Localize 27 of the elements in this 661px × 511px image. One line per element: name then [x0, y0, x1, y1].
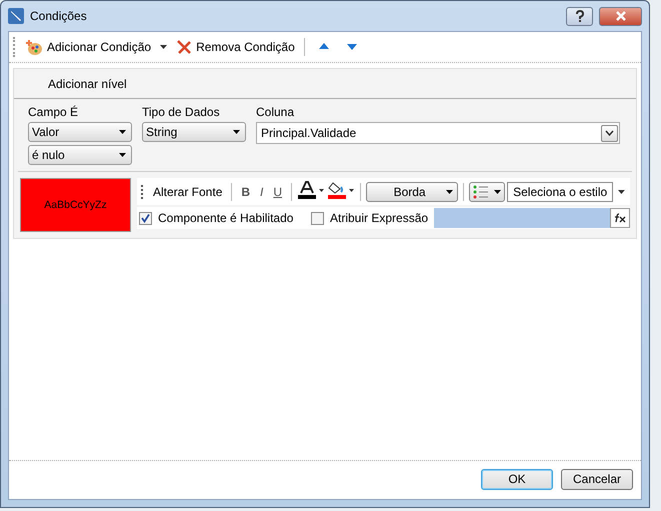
- checkbox-label: Atribuir Expressão: [330, 211, 428, 225]
- field-label: Coluna: [256, 105, 296, 119]
- ok-button[interactable]: OK: [481, 468, 553, 490]
- checkbox-label: Componente é Habilitado: [158, 211, 294, 225]
- field-label: Tipo de Dados: [142, 105, 221, 119]
- dropdown-value: Borda: [392, 184, 427, 198]
- dropdown-value: é nulo: [32, 148, 65, 162]
- add-level-button[interactable]: Adicionar nível: [14, 69, 636, 99]
- dropdown[interactable]: é nulo: [28, 145, 132, 165]
- change-font-button[interactable]: Alterar Fonte: [149, 182, 226, 200]
- style-selector[interactable]: Seleciona o estilo: [507, 182, 614, 202]
- dropdown-value: Valor: [32, 125, 60, 139]
- cancel-button[interactable]: Cancelar: [561, 468, 633, 490]
- field-label: Campo É: [28, 105, 80, 119]
- combo-value: Principal.Validade: [261, 126, 356, 140]
- dropdown[interactable]: String: [142, 122, 246, 142]
- bold-button[interactable]: B: [237, 182, 254, 200]
- italic-button[interactable]: I: [256, 182, 268, 200]
- window-title: Condições: [30, 9, 87, 23]
- border-dropdown[interactable]: Borda: [366, 182, 458, 202]
- add-condition-button[interactable]: Adicionar Condição: [23, 37, 154, 57]
- column-combo[interactable]: Principal.Validade: [256, 122, 620, 144]
- remove-condition-button[interactable]: Remova Condição: [174, 37, 297, 57]
- dropdown[interactable]: Valor: [28, 122, 132, 142]
- preview-text: AaBbCcYyZz: [44, 199, 107, 211]
- dropdown-value: String: [146, 125, 178, 139]
- underline-button[interactable]: U: [269, 182, 286, 200]
